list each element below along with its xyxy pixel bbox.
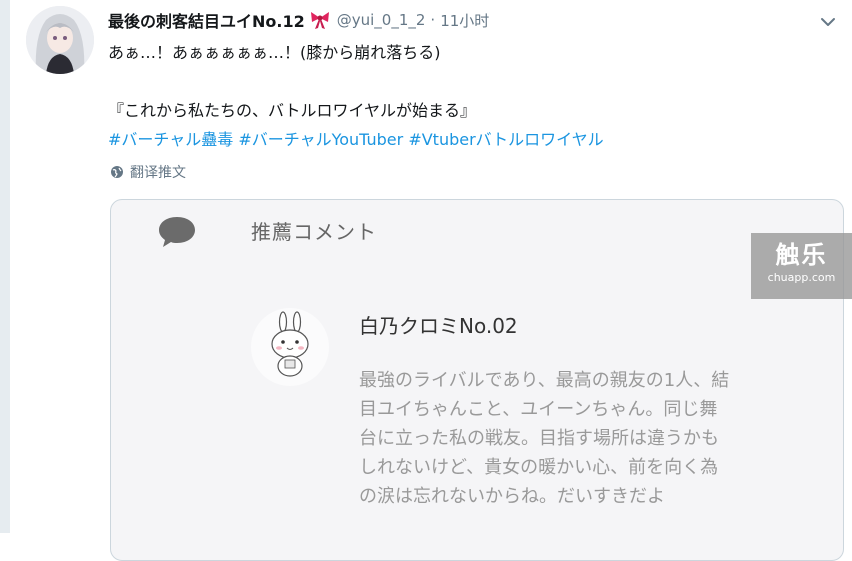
- card-heading: 推薦コメント: [251, 220, 377, 244]
- comment-line: 最強のライバルであり、最高の親友の1人、結: [359, 370, 730, 391]
- comment-line: の涙は忘れないからね。だいすきだよ: [359, 486, 665, 507]
- speech-bubble-icon: [157, 214, 197, 250]
- tweet-text-line: あぁ…！あぁぁぁぁぁ…！(膝から崩れ落ちる): [108, 43, 441, 62]
- translate-tweet-link[interactable]: 翻译推文: [110, 162, 186, 182]
- ribbon-icon: [309, 10, 331, 30]
- comment-line: 台に立った私の戦友。目指す場所は違うかも: [359, 428, 719, 449]
- comment-line: 目ユイちゃんこと、ユイーンちゃん。同じ舞: [359, 399, 718, 420]
- globe-icon: [111, 166, 123, 178]
- hashtag-link[interactable]: #バーチャルYouTuber: [238, 130, 403, 149]
- tweet-body: あぁ…！あぁぁぁぁぁ…！(膝から崩れ落ちる) 『これから私たちの、バトルロワイヤ…: [108, 38, 828, 154]
- hashtag-link[interactable]: #バーチャル蠱毒: [108, 130, 233, 149]
- embedded-card[interactable]: 推薦コメント 白乃クロミNo.02 最強のライバルであり、最高の親友の1人、結 …: [110, 199, 844, 561]
- tweet-text-line: 『これから私たちの、バトルロワイヤルが始まる』: [108, 101, 477, 120]
- hashtag-row: #バーチャル蠱毒 #バーチャルYouTuber #Vtuberバトルロワイヤル: [108, 125, 828, 154]
- tweet-header: 最後の刺客結目ユイNo.12 @yui_0_1_2 · 11小时: [108, 9, 489, 31]
- author-avatar[interactable]: [26, 6, 94, 74]
- author-display-name[interactable]: 最後の刺客結目ユイNo.12: [108, 8, 305, 32]
- chuapp-watermark: 触乐 chuapp.com: [751, 233, 852, 299]
- tweet-timestamp[interactable]: 11小时: [440, 10, 489, 31]
- recommender-name[interactable]: 白乃クロミNo.02: [359, 310, 518, 339]
- watermark-url: chuapp.com: [767, 271, 836, 284]
- hashtag-link[interactable]: #Vtuberバトルロワイヤル: [408, 130, 603, 149]
- recommender-avatar: [251, 308, 329, 386]
- chevron-down-icon[interactable]: [818, 12, 838, 32]
- watermark-logo: 触乐: [775, 241, 828, 269]
- separator-dot: ·: [430, 11, 436, 29]
- recommendation-comment: 最強のライバルであり、最高の親友の1人、結 目ユイちゃんこと、ユイーンちゃん。同…: [359, 366, 819, 511]
- anime-girl-avatar-icon: [26, 6, 94, 74]
- author-handle[interactable]: @yui_0_1_2: [337, 11, 426, 29]
- tweet-text-line: [108, 67, 828, 96]
- translate-label: 翻译推文: [130, 165, 186, 181]
- rabbit-avatar-icon: [271, 311, 309, 377]
- comment-line: しれないけど、貴女の暖かい心、前を向く為: [359, 457, 719, 478]
- timeline-left-rail: [0, 0, 10, 533]
